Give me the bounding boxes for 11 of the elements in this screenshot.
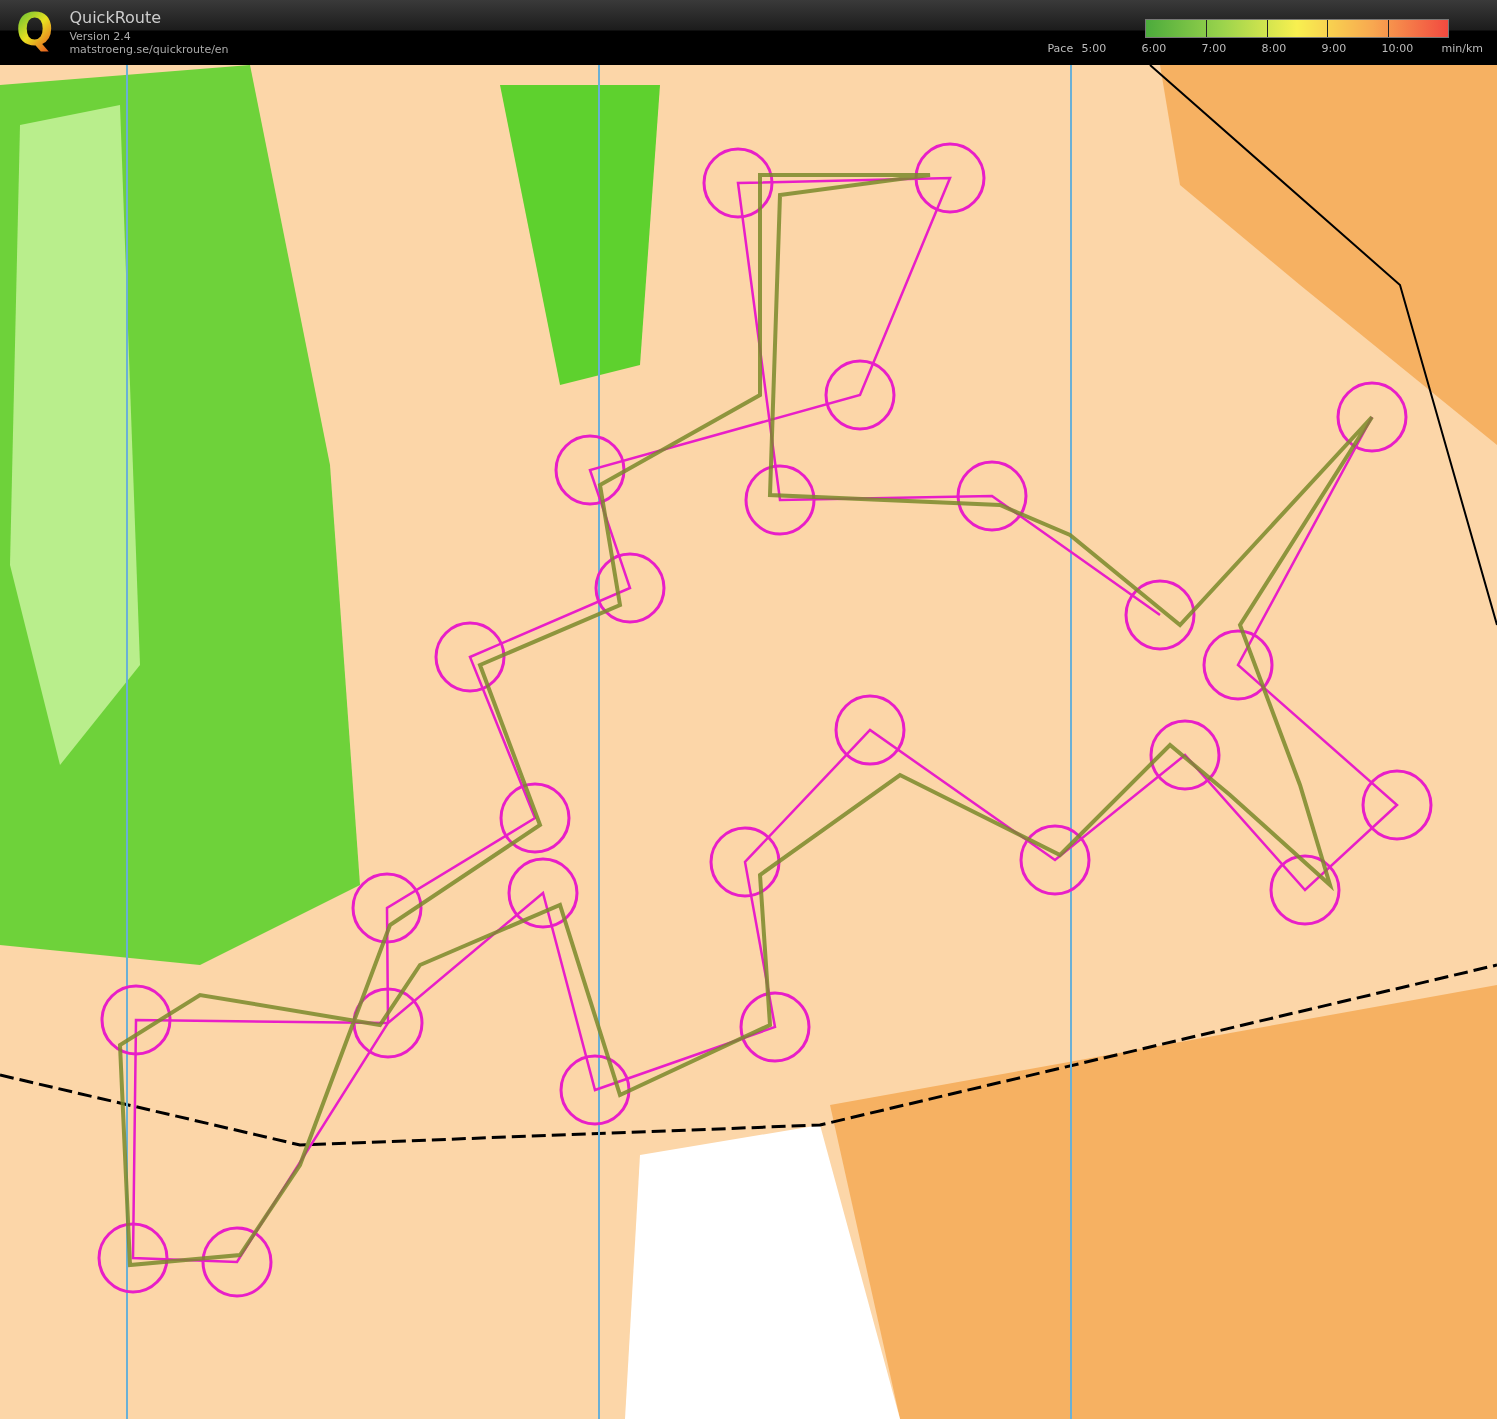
pace-tick-label: 8:00 bbox=[1261, 42, 1288, 55]
pace-tick-label: 7:00 bbox=[1201, 42, 1228, 55]
website-url: matstroeng.se/quickroute/en bbox=[69, 43, 229, 56]
pace-label: Pace bbox=[1047, 42, 1075, 55]
app-title: QuickRoute bbox=[69, 7, 163, 29]
pace-tick-label: 9:00 bbox=[1321, 42, 1348, 55]
pace-unit: min/km bbox=[1441, 42, 1483, 55]
pace-tick-label: 6:00 bbox=[1141, 42, 1168, 55]
pace-tick-label: 10:00 bbox=[1381, 42, 1415, 55]
pace-tick-label: 5:00 bbox=[1081, 42, 1108, 55]
version-text: Version 2.4 bbox=[69, 30, 132, 43]
